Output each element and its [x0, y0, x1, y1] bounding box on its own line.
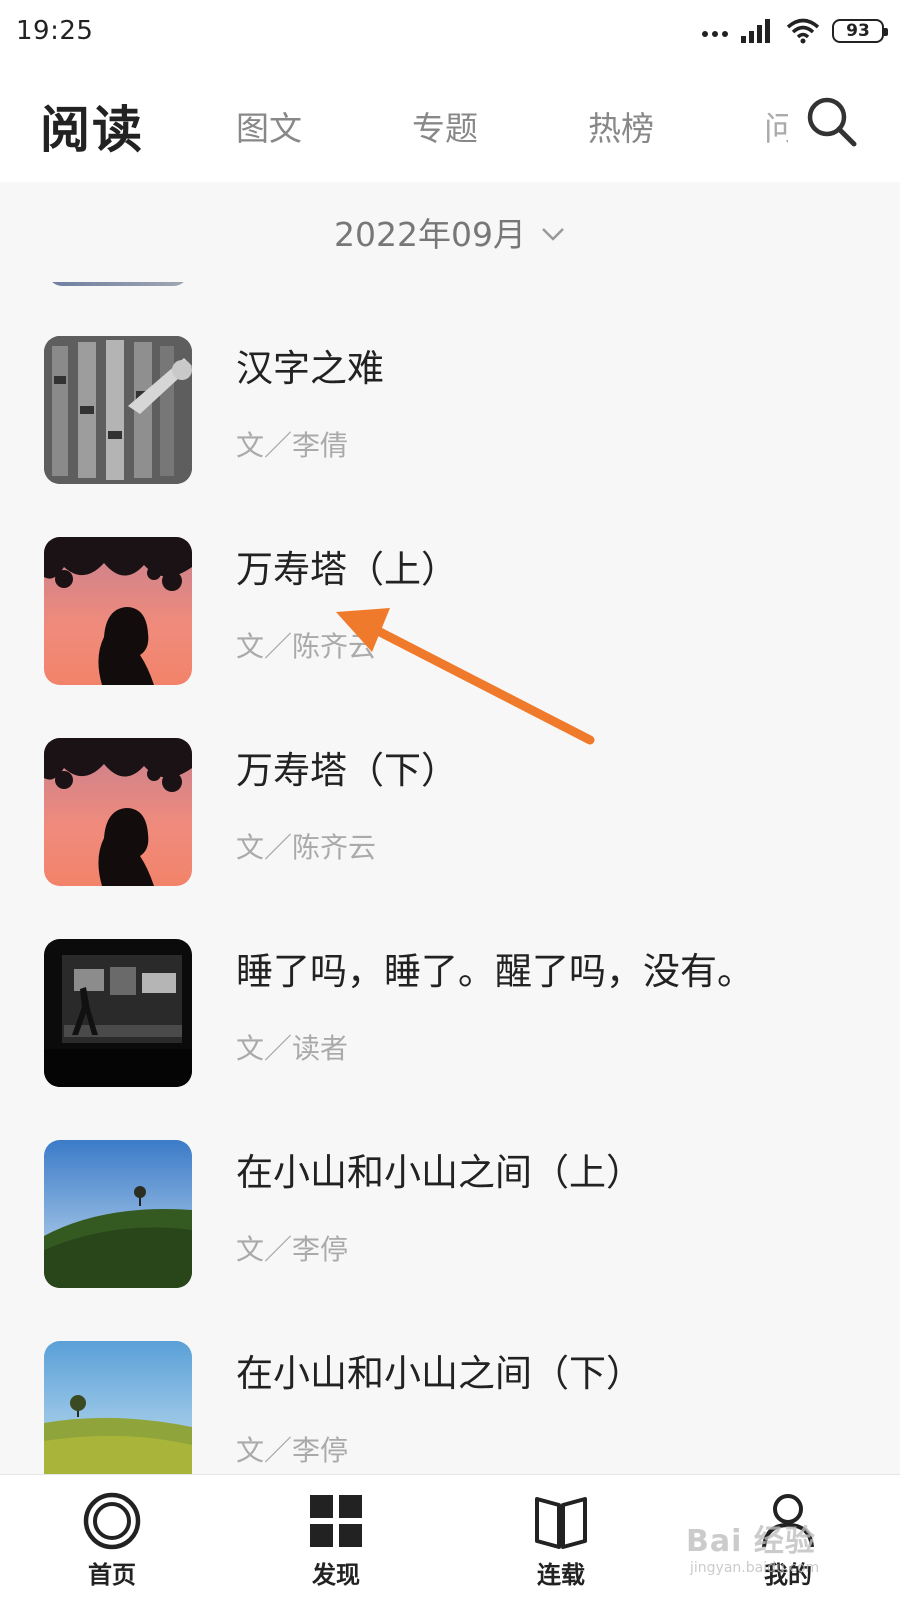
list-item[interactable]: 在小山和小山之间（下） 文／李停	[0, 1341, 900, 1474]
page-title: 阅读	[40, 101, 144, 159]
list-item[interactable]: 万寿塔（上） 文／陈齐云	[0, 537, 900, 737]
top-nav: 阅读 图文 专题 热榜 问	[0, 62, 900, 182]
tab-hot-list[interactable]: 热榜	[588, 102, 654, 150]
article-title: 睡了吗，睡了。醒了吗，没有。	[236, 950, 754, 993]
article-author: 文／李停	[236, 1233, 349, 1266]
app-screen: 19:25 93 阅读 图文 专题 热榜 问 2022年09月 汉字之难 文／李…	[0, 0, 900, 1600]
month-selector[interactable]: 2022年09月	[0, 182, 900, 282]
chevron-down-icon	[542, 228, 564, 241]
status-time: 19:25	[16, 16, 94, 46]
article-author: 文／李倩	[236, 429, 349, 462]
cell-signal-icon	[741, 19, 770, 43]
article-thumbnail	[44, 336, 192, 484]
article-title: 汉字之难	[236, 347, 384, 390]
partial-thumbnail	[48, 282, 188, 286]
article-author: 文／陈齐云	[236, 630, 377, 663]
signal-dots-icon	[702, 31, 728, 37]
tab-serial[interactable]: 连载	[501, 1475, 621, 1600]
article-author: 文／李停	[236, 1434, 349, 1467]
article-author: 文／陈齐云	[236, 831, 377, 864]
article-author: 文／读者	[236, 1032, 349, 1065]
month-label: 2022年09月	[334, 215, 526, 254]
article-thumbnail	[44, 537, 192, 685]
book-icon	[535, 1497, 587, 1549]
list-item[interactable]: 汉字之难 文／李倩	[0, 336, 900, 536]
tab-questions[interactable]: 问	[764, 102, 788, 150]
tab-graphic-text[interactable]: 图文	[236, 102, 302, 150]
grid-icon	[310, 1495, 362, 1547]
battery-icon: 93	[832, 19, 888, 43]
tab-label: 发现	[312, 1561, 360, 1589]
list-item[interactable]: 在小山和小山之间（上） 文／李停	[0, 1140, 900, 1340]
tab-discover[interactable]: 发现	[276, 1475, 396, 1600]
tab-home[interactable]: 首页	[52, 1475, 172, 1600]
article-title: 在小山和小山之间（下）	[236, 1352, 643, 1395]
article-thumbnail	[44, 1341, 192, 1474]
article-thumbnail	[44, 1140, 192, 1288]
list-item[interactable]: 睡了吗，睡了。醒了吗，没有。 文／读者	[0, 939, 900, 1139]
article-thumbnail	[44, 738, 192, 886]
article-title: 万寿塔（下）	[236, 749, 458, 792]
list-item[interactable]: 万寿塔（下） 文／陈齐云	[0, 738, 900, 938]
tab-label: 首页	[88, 1561, 136, 1589]
article-title: 万寿塔（上）	[236, 548, 458, 591]
article-list: 汉字之难 文／李倩 万寿塔（上） 文／陈齐云 万寿塔（下） 文／陈齐云 睡了吗，…	[0, 282, 900, 1474]
search-icon[interactable]	[802, 92, 862, 152]
status-bar: 19:25 93	[0, 0, 900, 62]
watermark: Bai 经验	[686, 1524, 816, 1559]
tab-topics[interactable]: 专题	[412, 102, 478, 150]
home-ring-icon	[83, 1492, 141, 1550]
status-icons: 93	[702, 18, 888, 44]
tab-label: 连载	[537, 1561, 585, 1589]
article-title: 在小山和小山之间（上）	[236, 1151, 643, 1194]
wifi-icon	[786, 18, 820, 44]
article-thumbnail	[44, 939, 192, 1087]
watermark-url: jingyan.baidu.com	[690, 1560, 820, 1576]
